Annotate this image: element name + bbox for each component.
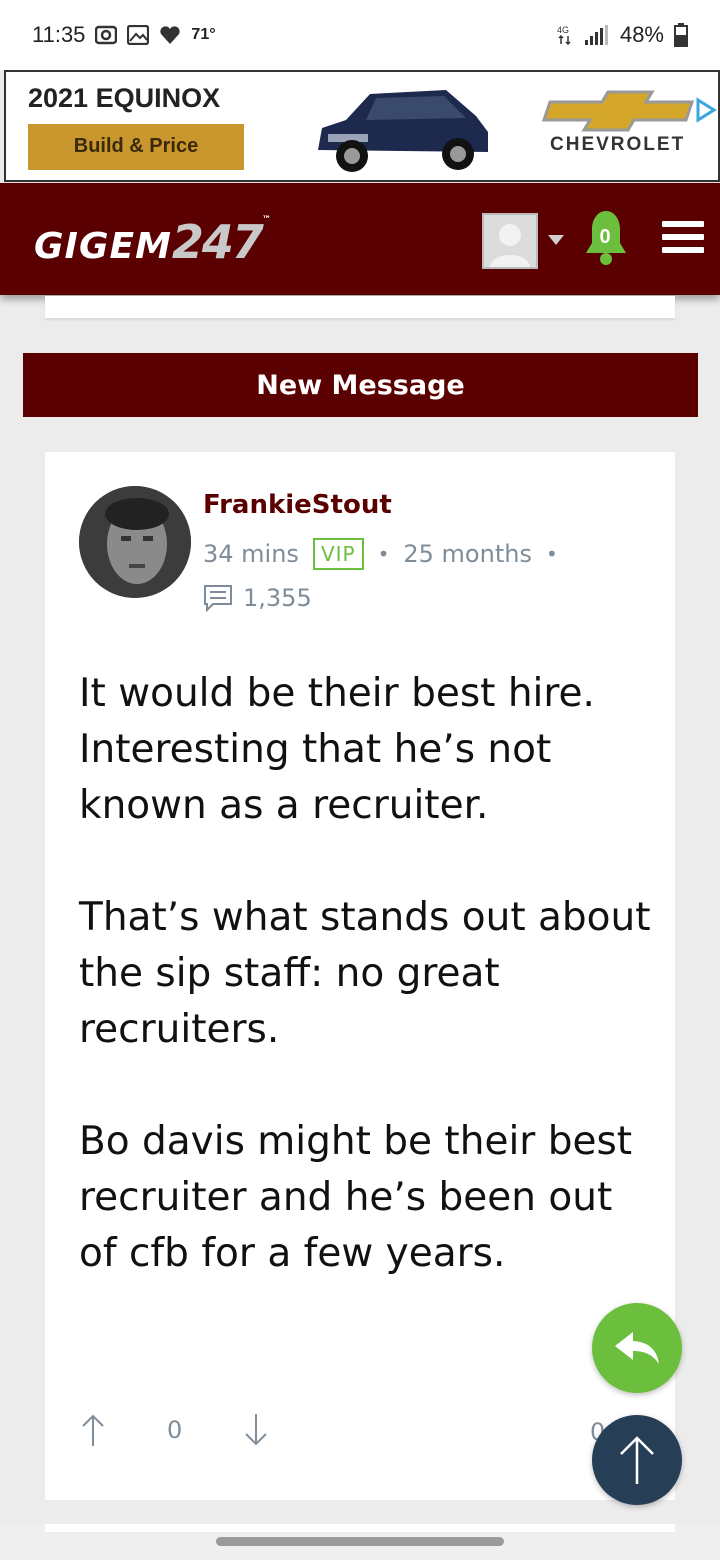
- next-post-card: [45, 1524, 675, 1532]
- logo-number: 247: [171, 215, 264, 269]
- site-logo[interactable]: GIGEM247™: [34, 215, 272, 269]
- ad-title: 2021 EQUINOX: [28, 82, 221, 113]
- meta-separator: •: [545, 542, 558, 566]
- meta-separator: •: [377, 542, 390, 566]
- post-meta: 34 mins VIP • 25 months •: [203, 538, 558, 570]
- vote-bar: 0: [79, 1412, 270, 1448]
- post-count: 1,355: [203, 584, 312, 612]
- chevron-down-icon[interactable]: [548, 235, 564, 245]
- ad-left: 2021 EQUINOX Build & Price: [6, 83, 276, 170]
- scroll-to-top-button[interactable]: [592, 1415, 682, 1505]
- logo-text: GIGEM: [34, 226, 172, 267]
- member-duration: 25 months: [403, 540, 532, 568]
- status-temperature: 71°: [191, 26, 216, 43]
- post-time: 34 mins: [203, 540, 299, 568]
- new-message-button[interactable]: New Message: [23, 353, 698, 417]
- user-placeholder-icon: [490, 224, 530, 267]
- comment-icon: [204, 585, 232, 612]
- ad-banner[interactable]: 2021 EQUINOX Build & Price CHEVROLET: [4, 70, 720, 182]
- poster-avatar[interactable]: [79, 486, 191, 598]
- car-image: [318, 90, 488, 172]
- status-bar: 11:35 71° 4G 48%: [0, 0, 720, 70]
- heart-icon: [160, 26, 181, 44]
- data-4g-icon: 4G: [557, 25, 571, 46]
- post-paragraph: It would be their best hire. Interesting…: [79, 671, 595, 828]
- user-avatar-button[interactable]: [482, 213, 538, 269]
- menu-icon[interactable]: [662, 221, 704, 257]
- battery-icon: [674, 23, 688, 47]
- vip-badge: VIP: [312, 538, 364, 570]
- status-time: 11:35: [32, 22, 86, 47]
- svg-text:4G: 4G: [557, 25, 569, 35]
- ad-build-price-button[interactable]: Build & Price: [28, 123, 244, 170]
- signal-icon: [584, 25, 608, 45]
- poster-avatar-image: [79, 486, 191, 598]
- site-header: GIGEM247™ 0: [0, 183, 720, 295]
- upvote-icon[interactable]: [79, 1412, 107, 1448]
- notification-count: 0: [599, 226, 611, 248]
- status-left: 11:35 71°: [32, 22, 216, 48]
- screen-record-icon: [95, 25, 118, 45]
- battery-percentage: 48%: [619, 22, 664, 47]
- arrow-up-icon: [620, 1436, 654, 1484]
- downvote-icon[interactable]: [242, 1412, 270, 1448]
- vote-score: 0: [167, 1416, 183, 1444]
- chevrolet-logo: [542, 90, 717, 132]
- logo-trademark: ™: [261, 215, 272, 225]
- post-paragraph: That’s what stands out about the sip sta…: [79, 895, 651, 1052]
- gallery-icon: [127, 25, 150, 45]
- post-body: It would be their best hire. Interesting…: [79, 666, 659, 1338]
- previous-post-card: [45, 296, 675, 318]
- gesture-bar[interactable]: [216, 1537, 504, 1546]
- post-card: FrankieStout 34 mins VIP • 25 months • 1…: [45, 452, 675, 1500]
- reply-icon: [615, 1332, 659, 1364]
- post-paragraph: Bo davis might be their best recruiter a…: [79, 1119, 633, 1276]
- poster-username[interactable]: FrankieStout: [203, 490, 392, 520]
- ad-brand-text: CHEVROLET: [550, 134, 686, 155]
- reply-button[interactable]: [592, 1303, 682, 1393]
- status-right: 4G 48%: [556, 22, 688, 48]
- post-count-value: 1,355: [243, 584, 312, 612]
